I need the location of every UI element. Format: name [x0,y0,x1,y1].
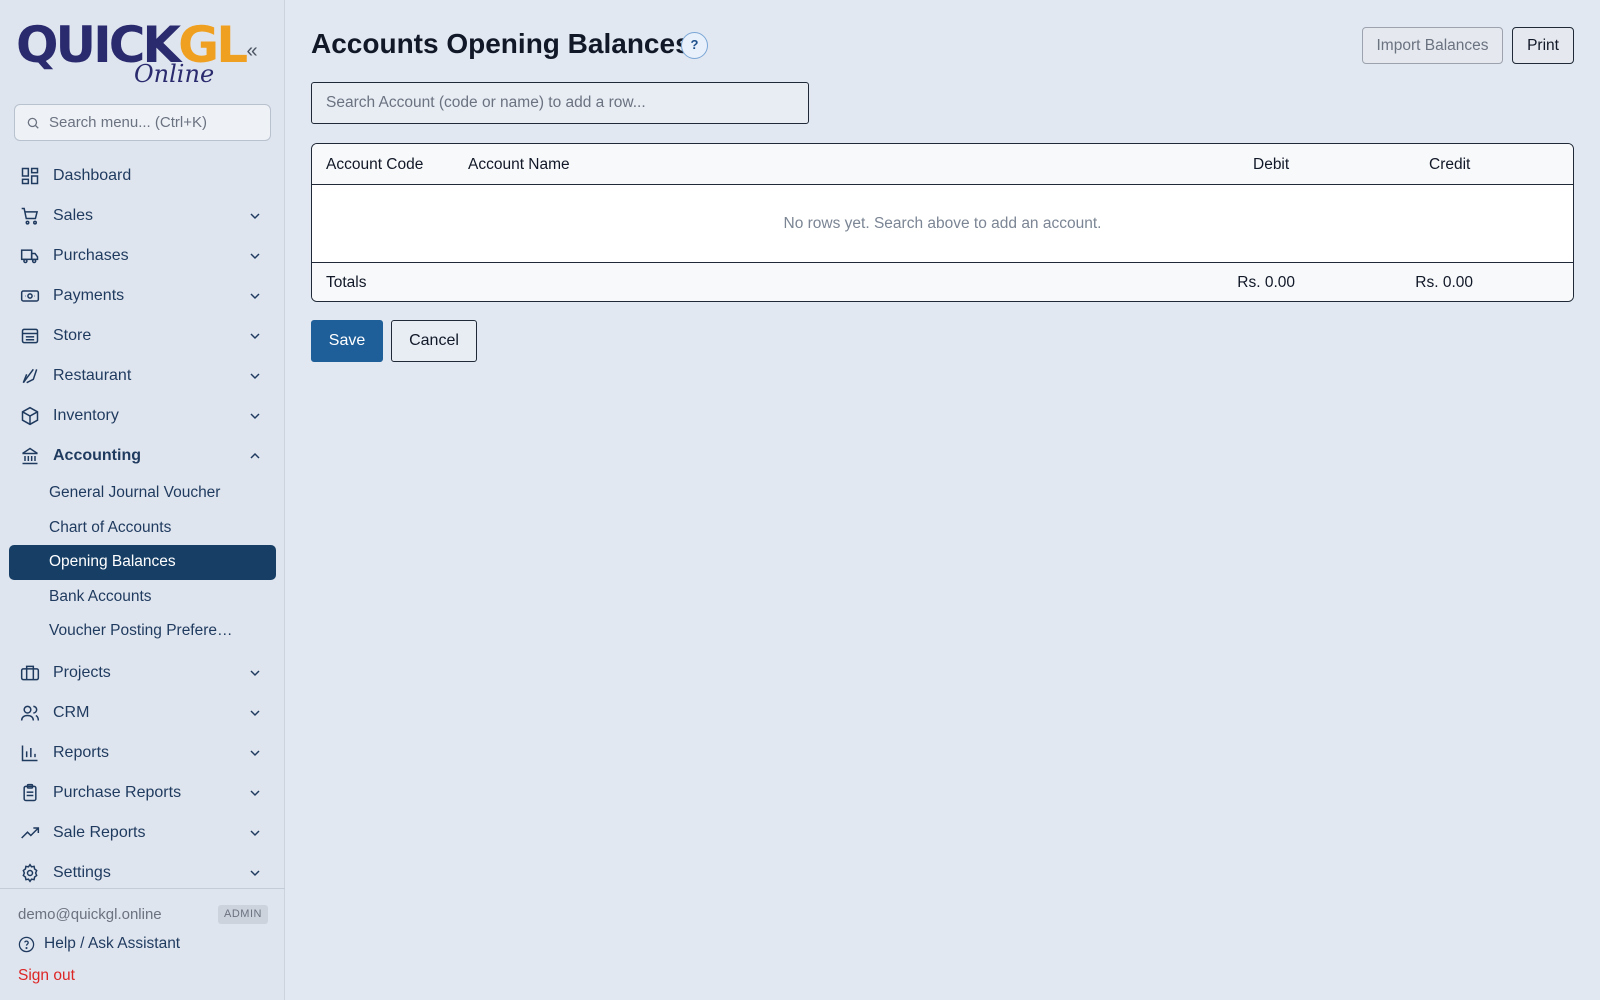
page-help-button[interactable]: ? [681,32,708,59]
sidebar: QUICKGL Online « Dashboard Sales Purchas… [0,0,285,1000]
sidebar-item-store[interactable]: Store [0,316,285,356]
sidebar-item-reports[interactable]: Reports [0,733,285,773]
sidebar-item-inventory[interactable]: Inventory [0,396,285,436]
main-content: Accounts Opening Balances ? Import Balan… [285,0,1600,1000]
logo-sub-text: Online [134,60,215,88]
chevron-down-icon[interactable] [247,825,263,841]
menu-search [14,104,271,141]
table-totals-row: Totals Rs. 0.00 Rs. 0.00 [312,262,1573,301]
table-header: Account Code Account Name Debit Credit [312,144,1573,185]
sidebar-item-sales[interactable]: Sales [0,196,285,236]
sidebar-item-label: Settings [53,863,111,881]
sidebar-item-accounting[interactable]: Accounting [0,436,285,476]
total-debit: Rs. 0.00 [1237,274,1295,291]
chevron-down-icon[interactable] [247,705,263,721]
sidebar-subitem-opening-balances[interactable]: Opening Balances [9,545,276,580]
sidebar-subitem-chart-of-accounts[interactable]: Chart of Accounts [0,511,285,546]
save-button[interactable]: Save [311,320,383,362]
search-icon [27,117,39,129]
account-search [311,82,809,124]
sidebar-item-label: CRM [53,703,90,721]
chevron-down-icon[interactable] [247,208,263,224]
bank-icon [22,447,38,465]
trending-up-icon [21,826,40,839]
sidebar-item-crm[interactable]: CRM [0,693,285,733]
truck-icon [20,249,39,264]
cart-icon [21,207,39,225]
chevron-down-icon[interactable] [247,288,263,304]
sidebar-item-label: Payments [53,287,125,304]
store-icon [21,328,39,344]
column-header-debit: Debit [1253,156,1290,173]
chevron-down-icon[interactable] [247,328,263,344]
page-title: Accounts Opening Balances [311,28,691,59]
sidebar-item-label: Purchases [53,247,129,264]
sidebar-subitem-general-journal-voucher[interactable]: General Journal Voucher [0,476,285,511]
account-search-input[interactable] [312,83,808,123]
sidebar-item-label: Purchase Reports [53,783,182,801]
chevron-down-icon[interactable] [247,408,263,424]
sidebar-item-label: Accounting [53,447,141,464]
sidebar-item-label: Restaurant [53,367,132,384]
logo[interactable]: QUICKGL Online [16,14,248,90]
sidebar-item-sale-reports[interactable]: Sale Reports [0,813,285,853]
chevron-down-icon[interactable] [247,865,263,881]
chevron-down-icon[interactable] [247,665,263,681]
menu-search-input[interactable] [49,105,264,140]
user-email: demo@quickgl.online [18,906,162,923]
dashboard-icon [21,167,39,185]
sidebar-item-purchase-reports[interactable]: Purchase Reports [0,773,285,813]
column-header-account-name: Account Name [468,156,570,173]
sidebar-item-label: Store [53,327,92,344]
gear-icon [22,862,38,883]
sidebar-item-projects[interactable]: Projects [0,653,285,693]
print-button[interactable]: Print [1512,27,1574,64]
chevron-up-icon[interactable] [247,448,263,464]
sidebar-item-payments[interactable]: Payments [0,276,285,316]
sidebar-item-label: Dashboard [53,167,132,184]
bar-chart-icon [21,745,38,761]
briefcase-icon [20,665,40,680]
package-icon [21,406,39,426]
sidebar-item-restaurant[interactable]: Restaurant [0,356,285,396]
sidebar-item-label: Sales [53,207,94,224]
chevron-down-icon[interactable] [247,745,263,761]
empty-table-message: No rows yet. Search above to add an acco… [312,185,1573,262]
chevron-down-icon[interactable] [247,785,263,801]
help-assistant-link[interactable]: Help / Ask Assistant [18,935,180,953]
chevron-down-icon[interactable] [247,368,263,384]
sidebar-item-label: Sale Reports [53,823,146,841]
utensils-icon [22,368,38,384]
sidebar-item-label: Reports [53,743,110,761]
sidebar-item-label: Inventory [53,407,119,424]
sidebar-nav: Dashboard Sales Purchases Payments Store… [0,156,285,893]
role-badge: ADMIN [218,905,268,924]
clipboard-icon [23,783,37,801]
sidebar-item-purchases[interactable]: Purchases [0,236,285,276]
sidebar-subitem-bank-accounts[interactable]: Bank Accounts [0,580,285,615]
totals-label: Totals [326,274,367,291]
accounting-submenu: General Journal Voucher Chart of Account… [0,476,285,649]
opening-balances-table: Account Code Account Name Debit Credit N… [311,143,1574,302]
cancel-button[interactable]: Cancel [391,320,477,362]
sidebar-item-label: Projects [53,663,111,681]
sidebar-subitem-voucher-posting-preferences[interactable]: Voucher Posting Prefere… [0,614,285,649]
users-icon [20,705,40,721]
help-assistant-label: Help / Ask Assistant [44,935,181,952]
chevron-down-icon[interactable] [247,248,263,264]
help-circle-icon [18,936,35,952]
import-balances-button[interactable]: Import Balances [1362,27,1503,64]
sidebar-item-dashboard[interactable]: Dashboard [0,156,285,196]
collapse-sidebar-icon[interactable]: « [241,40,263,62]
sidebar-footer: demo@quickgl.online ADMIN Help / Ask Ass… [0,888,285,1000]
sidebar-item-settings[interactable]: Settings [0,853,285,893]
total-credit: Rs. 0.00 [1415,274,1473,291]
banknote-icon [20,290,40,302]
column-header-credit: Credit [1429,156,1471,173]
sign-out-link[interactable]: Sign out [18,967,75,985]
column-header-account-code: Account Code [326,156,424,173]
